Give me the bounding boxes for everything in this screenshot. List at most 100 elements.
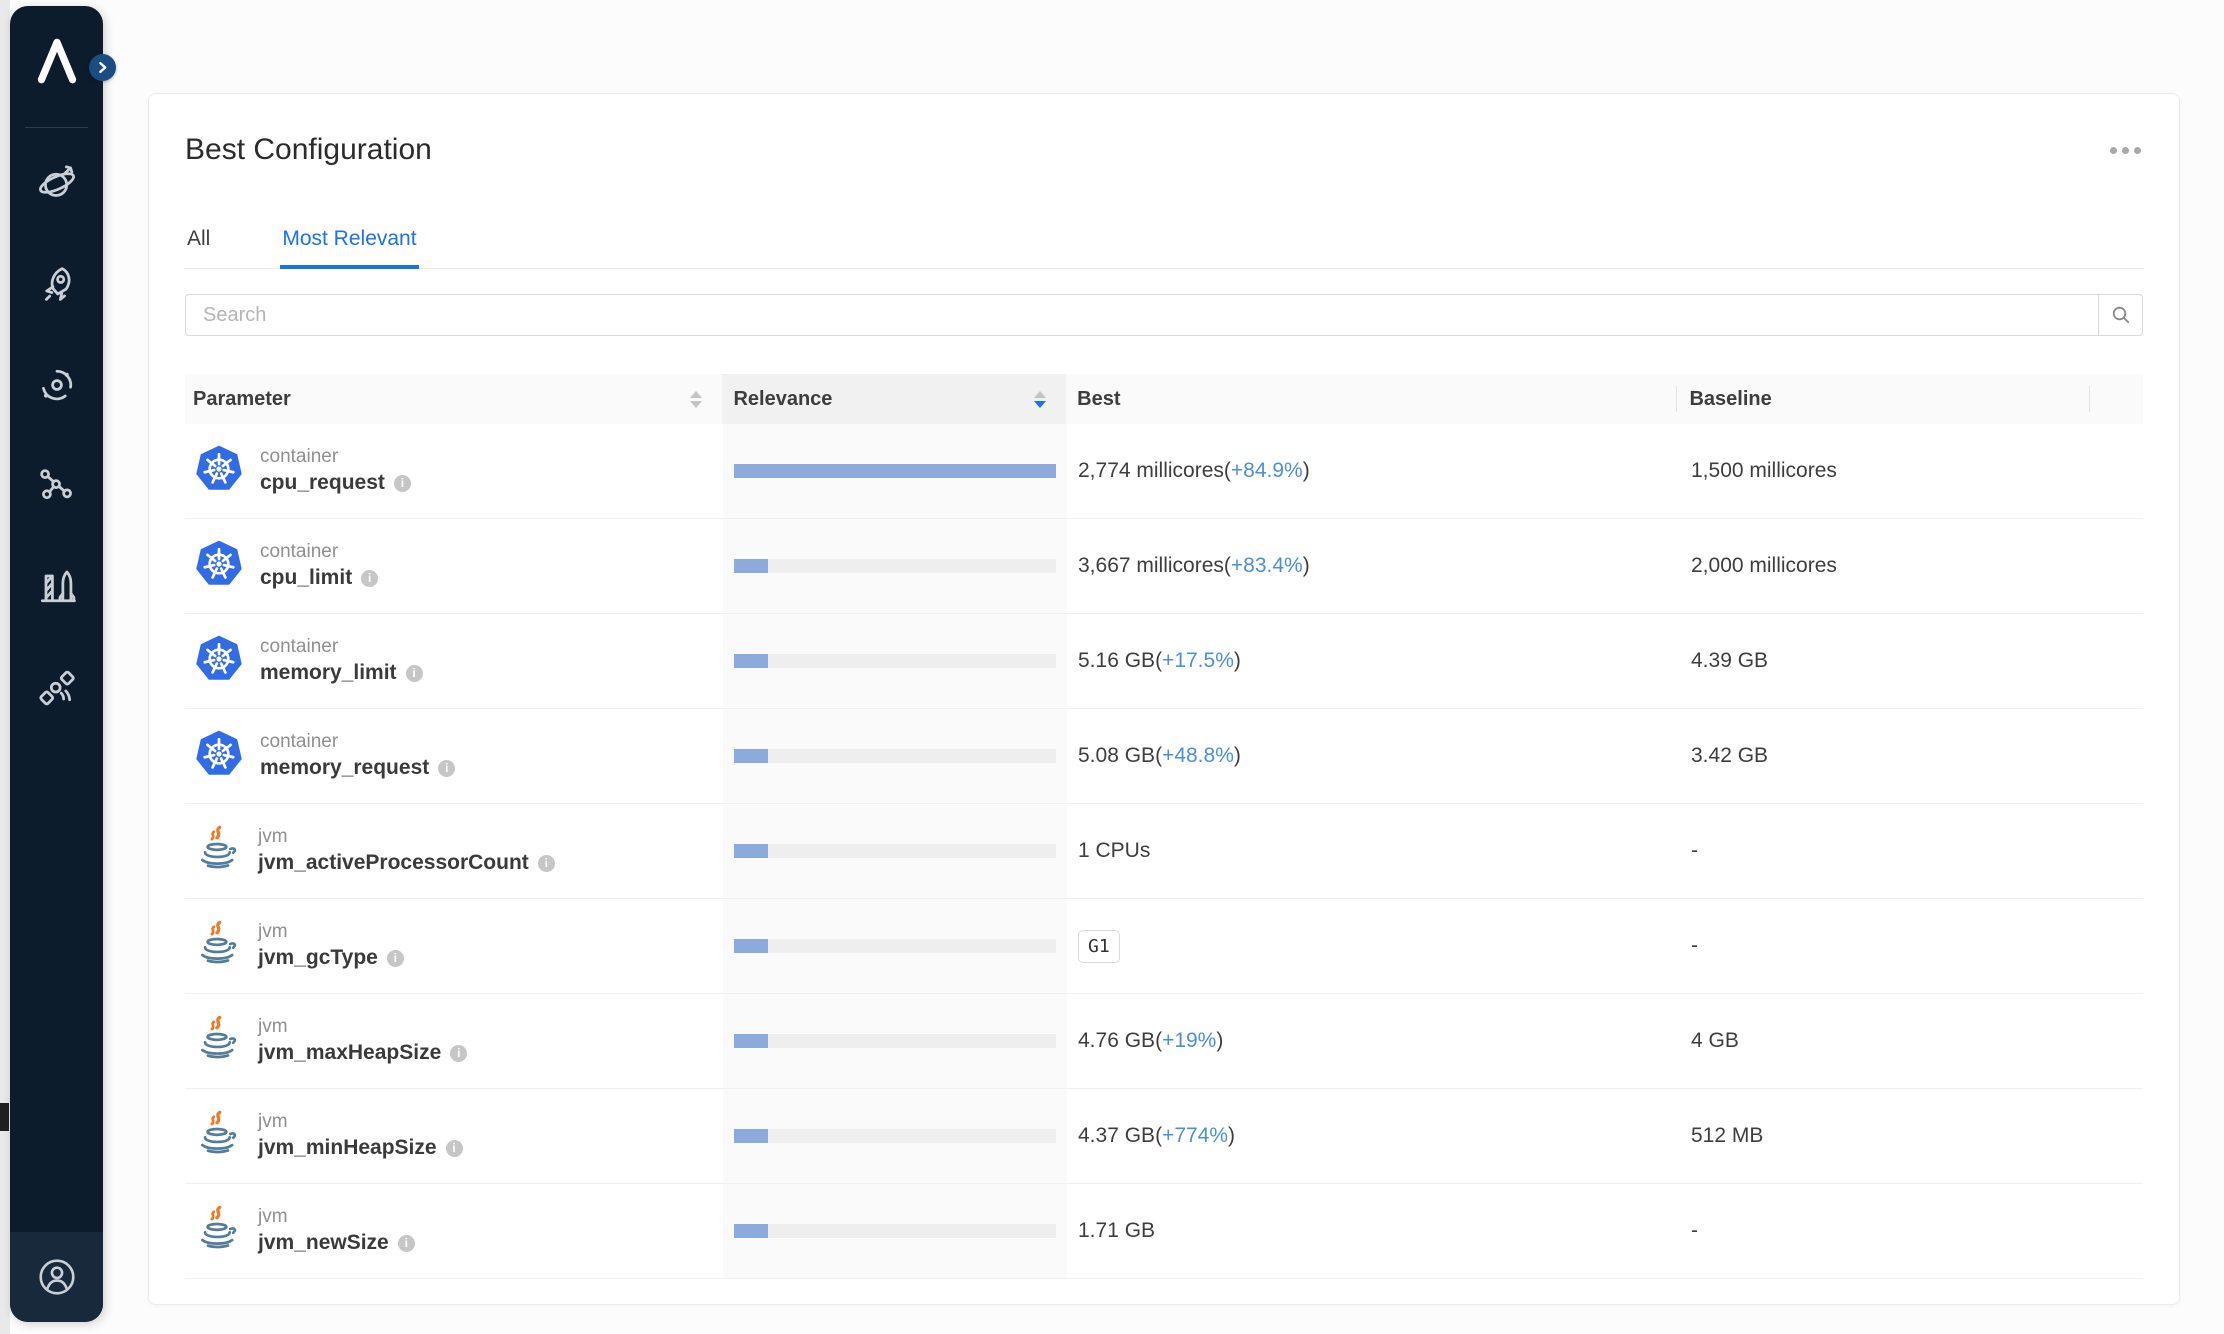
baseline-cell: 4 GB: [1678, 994, 2091, 1088]
best-value: 4.37 GB: [1078, 1124, 1155, 1148]
table-row[interactable]: container memory_request i 5.08 GB (+48.…: [185, 709, 2143, 804]
table-row[interactable]: container cpu_limit i 3,667 millicores (…: [185, 519, 2143, 614]
relevance-cell: [723, 1184, 1067, 1278]
parameter-category: container: [260, 730, 455, 754]
column-header-best: Best: [1066, 374, 1676, 424]
column-header-relevance[interactable]: Relevance: [722, 374, 1066, 424]
parameter-name: jvm_activeProcessorCount: [258, 849, 529, 877]
sidebar-item-workflows[interactable]: [35, 464, 79, 508]
relevance-bar-track: [734, 654, 1056, 668]
relevance-cell: [723, 804, 1067, 898]
best-cell: 4.37 GB (+774%): [1067, 1089, 1678, 1183]
table-row[interactable]: jvm jvm_gcType i G1 -: [185, 899, 2143, 994]
column-header-baseline: Baseline: [1676, 374, 2089, 424]
column-header-parameter[interactable]: Parameter: [185, 374, 722, 424]
window-edge-strip: [0, 0, 10, 1334]
sidebar-item-telemetry[interactable]: [35, 363, 79, 407]
best-value: 4.76 GB: [1078, 1029, 1155, 1053]
info-icon[interactable]: i: [538, 855, 555, 872]
sidebar-user-section: [10, 1232, 103, 1322]
baseline-cell: -: [1678, 804, 2091, 898]
parameter-cell: jvm jvm_newSize i: [185, 1184, 723, 1278]
info-icon[interactable]: i: [398, 1235, 415, 1252]
relevance-cell: [723, 994, 1067, 1088]
relevance-cell: [723, 1089, 1067, 1183]
relevance-bar-fill: [734, 1034, 768, 1048]
parameter-category: jvm: [258, 1110, 463, 1134]
kubernetes-icon: [193, 633, 245, 690]
info-icon[interactable]: i: [446, 1140, 463, 1157]
java-icon: [193, 823, 243, 880]
info-icon[interactable]: i: [394, 475, 411, 492]
sidebar-item-integrations[interactable]: [35, 666, 79, 710]
table-row[interactable]: container memory_limit i 5.16 GB (+17.5%…: [185, 614, 2143, 709]
best-configuration-card: Best Configuration All Most Relevant Par…: [148, 93, 2180, 1305]
user-account-icon: [36, 1256, 78, 1298]
launchpad-icon: [35, 565, 79, 609]
parameter-name: cpu_limit: [260, 564, 352, 592]
parameter-name: jvm_minHeapSize: [258, 1134, 437, 1162]
parameter-category: container: [260, 540, 378, 564]
best-value: 1 CPUs: [1078, 839, 1150, 863]
baseline-cell: -: [1678, 1184, 2091, 1278]
relevance-bar-fill: [734, 1224, 768, 1238]
best-value: 3,667 millicores: [1078, 554, 1224, 578]
best-value: 5.16 GB: [1078, 649, 1155, 673]
search-button[interactable]: [2098, 294, 2143, 336]
info-icon[interactable]: i: [406, 665, 423, 682]
java-icon: [193, 1013, 243, 1070]
table-row[interactable]: jvm jvm_minHeapSize i 4.37 GB (+774%) 51…: [185, 1089, 2143, 1184]
table-row[interactable]: jvm jvm_newSize i 1.71 GB -: [185, 1184, 2143, 1279]
best-delta: +17.5%: [1162, 649, 1234, 673]
sidebar-expand-button[interactable]: [89, 54, 116, 81]
tab-all[interactable]: All: [185, 228, 212, 269]
relevance-bar-track: [734, 749, 1056, 763]
table-row[interactable]: jvm jvm_maxHeapSize i 4.76 GB (+19%) 4 G…: [185, 994, 2143, 1089]
best-delta: +48.8%: [1162, 744, 1234, 768]
relevance-bar-track: [734, 1129, 1056, 1143]
sidebar-item-experiments[interactable]: [35, 262, 79, 306]
kubernetes-icon: [193, 728, 245, 785]
baseline-cell: 2,000 millicores: [1678, 519, 2091, 613]
parameter-cell: container cpu_limit i: [185, 519, 723, 613]
sidebar: [10, 6, 103, 1322]
table-row[interactable]: jvm jvm_activeProcessorCount i 1 CPUs -: [185, 804, 2143, 899]
user-account-button[interactable]: [35, 1255, 79, 1299]
satellite-icon: [35, 666, 79, 710]
column-header-filler: [2089, 374, 2143, 424]
relevance-bar-fill: [734, 749, 768, 763]
table-body: container cpu_request i 2,774 millicores…: [185, 424, 2143, 1279]
sidebar-item-optimization-studies[interactable]: [35, 161, 79, 205]
graph-nodes-icon: [35, 464, 79, 508]
best-cell: 5.16 GB (+17.5%): [1067, 614, 1678, 708]
relevance-cell: [723, 424, 1067, 518]
card-header: Best Configuration: [185, 130, 2143, 170]
info-icon[interactable]: i: [387, 950, 404, 967]
best-cell: 5.08 GB (+48.8%): [1067, 709, 1678, 803]
relevance-bar-track: [734, 1224, 1056, 1238]
sidebar-item-systems[interactable]: [35, 565, 79, 609]
relevance-bar-fill: [734, 464, 1056, 478]
lambda-logo-icon: [31, 32, 83, 88]
info-icon[interactable]: i: [450, 1045, 467, 1062]
parameter-category: container: [260, 445, 411, 469]
card-menu-button[interactable]: [2108, 141, 2143, 160]
relevance-bar-fill: [734, 559, 768, 573]
sidebar-nav: [10, 161, 103, 710]
info-icon[interactable]: i: [438, 760, 455, 777]
info-icon[interactable]: i: [361, 570, 378, 587]
search-input[interactable]: [185, 294, 2099, 336]
java-icon: [193, 1203, 243, 1260]
parameter-name: jvm_gcType: [258, 944, 378, 972]
parameter-cell: jvm jvm_gcType i: [185, 899, 723, 993]
tab-most-relevant[interactable]: Most Relevant: [280, 228, 418, 269]
table-row[interactable]: container cpu_request i 2,774 millicores…: [185, 424, 2143, 519]
kubernetes-icon: [193, 538, 245, 595]
relevance-bar-fill: [734, 844, 768, 858]
planet-rocket-icon: [35, 161, 79, 205]
sidebar-divider: [25, 127, 88, 128]
tabs: All Most Relevant: [185, 228, 2143, 269]
page-title: Best Configuration: [185, 130, 432, 170]
best-cell: 2,774 millicores (+84.9%): [1067, 424, 1678, 518]
java-icon: [193, 1108, 243, 1165]
